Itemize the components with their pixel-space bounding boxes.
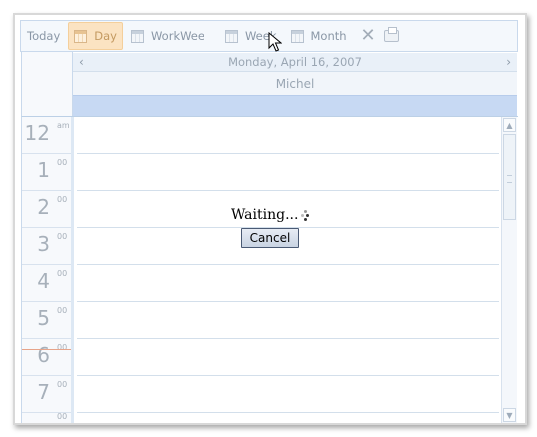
scroll-down-button[interactable]: ▼ [503, 408, 516, 422]
hour-gridline [77, 375, 499, 376]
scroll-up-button[interactable]: ▲ [503, 118, 516, 132]
time-grid: 12 am 1 00 2 00 3 00 4 00 5 00 6 00 7 00 00 ▲ ▼ [21, 116, 518, 423]
hour-suffix: 00 [57, 158, 68, 167]
hour-suffix: 00 [57, 232, 68, 241]
hour-number: 1 [37, 158, 50, 182]
calendar-icon [224, 29, 238, 43]
day-view-label: Day [94, 29, 117, 43]
hour-number: 5 [37, 306, 50, 330]
hour-label: 1 00 [22, 154, 71, 191]
workweek-view-label: WorkWeek [150, 29, 204, 43]
appointment-area[interactable] [77, 117, 499, 423]
mouse-cursor-icon [268, 32, 282, 52]
hour-label: 12 am [22, 117, 71, 154]
print-icon[interactable] [383, 27, 399, 42]
hour-number: 3 [37, 232, 50, 256]
resource-header: Michel [73, 72, 517, 95]
current-time-indicator [22, 349, 71, 350]
workweek-view-button[interactable]: WorkWeek [125, 23, 217, 49]
resource-name: Michel [275, 76, 315, 91]
month-view-label: Month [310, 29, 347, 43]
date-navigator: ‹ Monday, April 16, 2007 › [73, 53, 517, 72]
hour-label: 00 [22, 412, 71, 423]
hour-suffix: am [57, 121, 70, 130]
hour-suffix: 00 [57, 269, 68, 278]
hour-number: 7 [37, 380, 50, 404]
hour-number: 2 [37, 195, 50, 219]
hour-number: 4 [37, 269, 50, 293]
chevron-right-icon[interactable]: › [506, 55, 511, 69]
hour-gridline [77, 338, 499, 339]
hour-suffix: 00 [57, 380, 68, 389]
calendar-icon [290, 29, 304, 43]
scroll-thumb[interactable] [503, 134, 516, 220]
day-view-button[interactable]: Day [68, 22, 123, 50]
calendar-icon [74, 29, 88, 43]
close-icon[interactable]: ✕ [361, 27, 376, 45]
cancel-button[interactable]: Cancel [241, 228, 299, 248]
hour-suffix: 00 [57, 306, 68, 315]
hour-label: 6 00 [22, 339, 71, 376]
all-day-row[interactable] [73, 95, 517, 116]
hour-label: 5 00 [22, 302, 71, 339]
hour-number: 6 [37, 343, 50, 367]
hour-gridline [77, 301, 499, 302]
hour-suffix: 00 [57, 195, 68, 204]
hour-column: 12 am 1 00 2 00 3 00 4 00 5 00 6 00 7 00 00 [22, 117, 74, 423]
waiting-text: Waiting... [231, 207, 299, 223]
hour-gridline [77, 264, 499, 265]
hour-gridline [77, 153, 499, 154]
hour-suffix: 00 [57, 343, 68, 352]
today-label: Today [27, 29, 61, 43]
hour-label: 3 00 [22, 228, 71, 265]
hour-gridline [77, 190, 499, 191]
loading-spinner-icon [299, 210, 309, 222]
hour-label: 4 00 [22, 265, 71, 302]
hour-label: 7 00 [22, 376, 71, 413]
scheduler-window: Today Day WorkWeek Week Month ✕ ‹ Monday… [13, 13, 527, 425]
header-corner [21, 52, 73, 116]
hour-label: 2 00 [22, 191, 71, 228]
vertical-scrollbar[interactable]: ▲ ▼ [501, 117, 517, 423]
hour-gridline [77, 412, 499, 413]
current-date: Monday, April 16, 2007 [228, 55, 362, 69]
month-view-button[interactable]: Month [285, 23, 353, 49]
today-button[interactable]: Today [21, 23, 66, 49]
hour-suffix: 00 [57, 412, 68, 421]
calendar-icon [130, 29, 144, 43]
hour-number: 12 [24, 121, 50, 145]
